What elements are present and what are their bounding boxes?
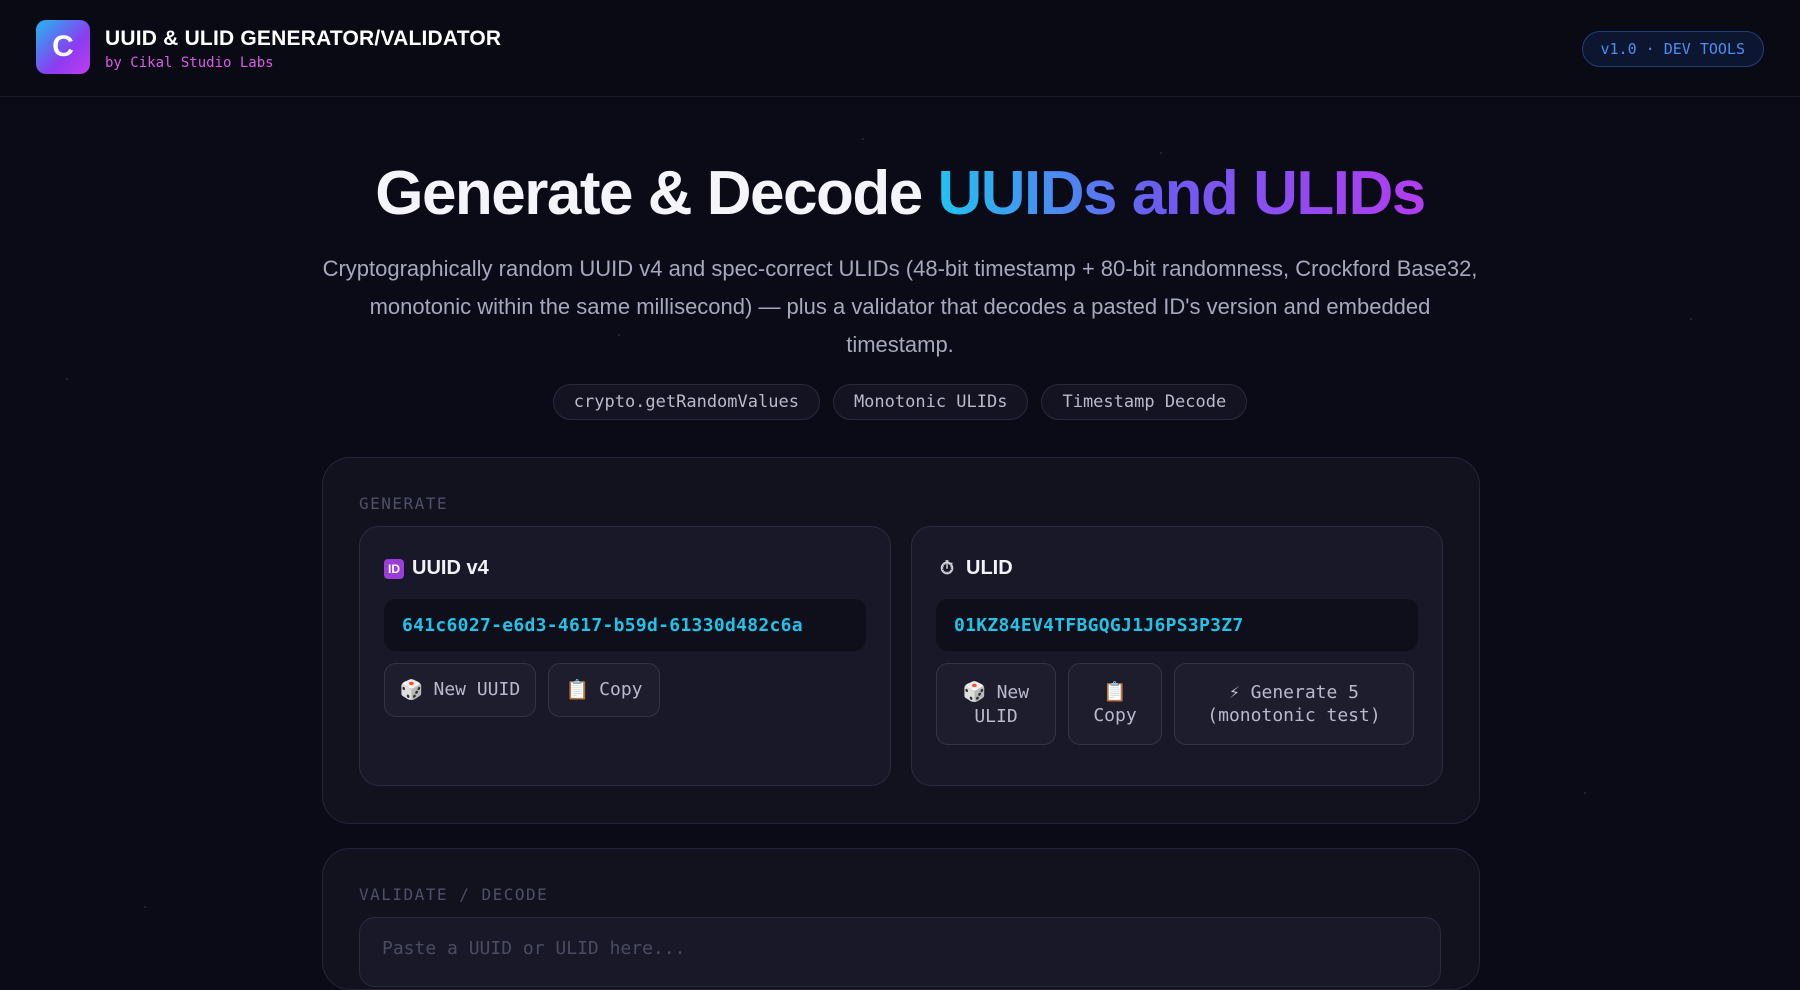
batch-label-2: (monotonic test) xyxy=(1207,705,1381,726)
copy-ulid-label: Copy xyxy=(1093,705,1137,726)
new-uuid-label: New UUID xyxy=(433,679,521,700)
validate-input[interactable]: Paste a UUID or ULID here... xyxy=(359,917,1441,987)
copy-uuid-label: Copy xyxy=(599,679,643,700)
generate-card: GENERATE ID UUID v4 641c6027-e6d3-4617-b… xyxy=(322,457,1480,824)
new-uuid-button[interactable]: 🎲 New UUID xyxy=(384,663,536,717)
chip-random-values: crypto.getRandomValues xyxy=(552,384,820,420)
id-icon: ID xyxy=(384,558,404,579)
batch-label-1: ⚡ Generate 5 xyxy=(1228,682,1360,703)
new-ulid-label-2: ULID xyxy=(974,705,1018,727)
star-dot xyxy=(1584,792,1586,794)
star-dot xyxy=(1160,152,1162,154)
uuid-panel: ID UUID v4 641c6027-e6d3-4617-b59d-61330… xyxy=(359,526,891,786)
ulid-value[interactable]: 01KZ84EV4TFBGQGJ1J6PS3P3Z7 xyxy=(936,599,1418,651)
star-dot xyxy=(66,378,68,380)
uuid-panel-title: ID UUID v4 xyxy=(384,557,489,580)
new-ulid-label-1: New xyxy=(996,681,1030,703)
top-bar: C UUID & ULID GENERATOR/VALIDATOR by Cik… xyxy=(0,0,1800,97)
chip-monotonic: Monotonic ULIDs xyxy=(832,384,1029,420)
ulid-title-label: ULID xyxy=(966,557,1013,579)
chip-timestamp: Timestamp Decode xyxy=(1041,384,1248,420)
dice-icon: 🎲 xyxy=(962,680,987,703)
star-dot xyxy=(1690,318,1692,320)
star-dot xyxy=(144,906,146,908)
page-title: Generate & Decode UUIDs and ULIDs xyxy=(0,158,1800,229)
dice-icon: 🎲 xyxy=(399,679,424,701)
copy-uuid-button[interactable]: 📋 Copy xyxy=(548,663,660,717)
page-description: Cryptographically random UUID v4 and spe… xyxy=(322,256,1478,357)
title-highlight: UUIDs and ULIDs xyxy=(937,159,1426,228)
version-badge: v1.0 · DEV TOOLS xyxy=(1581,31,1764,67)
app-logo: C xyxy=(36,20,90,74)
ulid-panel-title: ⏱ ULID xyxy=(936,557,1013,580)
new-ulid-button[interactable]: 🎲 New ULID xyxy=(936,663,1056,745)
copy-ulid-button[interactable]: 📋 Copy xyxy=(1068,663,1162,745)
feature-chips: crypto.getRandomValues Monotonic ULIDs T… xyxy=(0,384,1800,420)
title-plain: Generate & Decode xyxy=(375,159,938,228)
app-subtitle: by Cikal Studio Labs xyxy=(105,55,274,71)
stopwatch-icon: ⏱ xyxy=(939,558,955,578)
clipboard-icon: 📋 xyxy=(1103,681,1127,703)
uuid-title-label: UUID v4 xyxy=(412,557,489,579)
star-dot xyxy=(862,138,864,140)
app-title: UUID & ULID GENERATOR/VALIDATOR xyxy=(105,27,502,50)
validate-section-label: VALIDATE / DECODE xyxy=(359,885,549,904)
generate-batch-button[interactable]: ⚡ Generate 5 (monotonic test) xyxy=(1174,663,1414,745)
ulid-panel: ⏱ ULID 01KZ84EV4TFBGQGJ1J6PS3P3Z7 🎲 New U… xyxy=(911,526,1443,786)
validate-card: VALIDATE / DECODE Paste a UUID or ULID h… xyxy=(322,848,1480,990)
new-ulid-line1: 🎲 New xyxy=(963,680,1029,705)
generate-section-label: GENERATE xyxy=(359,494,449,513)
uuid-value[interactable]: 641c6027-e6d3-4617-b59d-61330d482c6a xyxy=(384,599,866,651)
clipboard-icon: 📋 xyxy=(565,679,590,701)
